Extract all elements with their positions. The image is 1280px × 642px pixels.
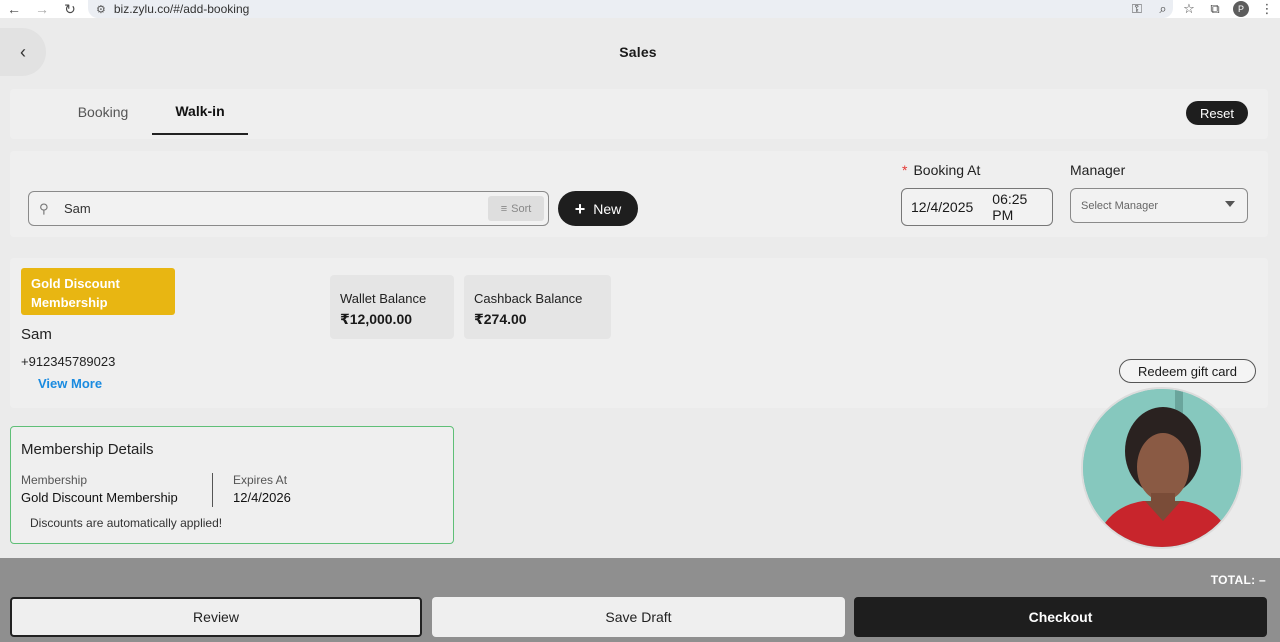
page-title: Sales bbox=[619, 44, 657, 60]
total-label: TOTAL: – bbox=[1210, 573, 1266, 587]
profile-avatar[interactable]: P bbox=[1228, 0, 1254, 18]
site-settings-icon[interactable]: ⚙ bbox=[96, 3, 106, 16]
manager-placeholder: Select Manager bbox=[1081, 199, 1159, 212]
review-button[interactable]: Review bbox=[10, 597, 422, 637]
required-marker: * bbox=[902, 162, 908, 178]
forward-arrow-icon[interactable]: → bbox=[28, 0, 56, 18]
tab-walk-in[interactable]: Walk-in bbox=[152, 89, 248, 135]
membership-value: Gold Discount Membership bbox=[21, 490, 178, 505]
membership-label: Membership bbox=[21, 473, 88, 487]
new-customer-button[interactable]: + New bbox=[558, 191, 638, 226]
browser-actions: ⚿ ⌕ ☆ ⧉ P ⋮ bbox=[1124, 0, 1280, 18]
view-more-link[interactable]: View More bbox=[38, 376, 102, 391]
customer-card: Gold Discount Membership Sam +9123457890… bbox=[10, 258, 1268, 408]
plus-icon: + bbox=[574, 198, 586, 219]
search-card: ⚲ Sam ≡ Sort + New * Booking At 12/4/2025… bbox=[10, 151, 1268, 237]
password-key-icon[interactable]: ⚿ bbox=[1124, 0, 1150, 18]
membership-column: Membership Gold Discount Membership bbox=[21, 473, 178, 505]
extensions-icon[interactable]: ⧉ bbox=[1202, 0, 1228, 18]
wallet-balance-box: Wallet Balance ₹12,000.00 bbox=[330, 275, 454, 339]
tabs-card: Booking Walk-in Reset bbox=[10, 89, 1268, 139]
expires-column: Expires At 12/4/2026 bbox=[233, 473, 291, 505]
bookmark-star-icon[interactable]: ☆ bbox=[1176, 0, 1202, 18]
booking-time: 06:25 PM bbox=[992, 191, 1028, 223]
booking-date: 12/4/2025 bbox=[911, 199, 974, 215]
wallet-balance-label: Wallet Balance bbox=[340, 291, 427, 306]
customer-search-input[interactable]: ⚲ Sam ≡ Sort bbox=[28, 191, 549, 226]
discount-note: Discounts are automatically applied! bbox=[30, 516, 223, 530]
presenter-video-image bbox=[1083, 389, 1241, 547]
tab-booking[interactable]: Booking bbox=[58, 89, 148, 135]
membership-details-title: Membership Details bbox=[21, 441, 154, 458]
chevron-down-icon bbox=[1225, 201, 1235, 207]
customer-name: Sam bbox=[21, 326, 52, 343]
checkout-button[interactable]: Checkout bbox=[854, 597, 1267, 637]
reload-icon[interactable]: ↻ bbox=[56, 0, 84, 18]
booking-datetime-field[interactable]: 12/4/2025 06:25 PM bbox=[901, 188, 1053, 226]
cashback-balance-box: Cashback Balance ₹274.00 bbox=[464, 275, 611, 339]
booking-at-label: * Booking At bbox=[902, 162, 981, 178]
back-arrow-icon[interactable]: ← bbox=[0, 0, 28, 18]
search-value: Sam bbox=[64, 201, 91, 216]
footer-bar: TOTAL: – Review Save Draft Checkout bbox=[0, 558, 1280, 642]
reset-button[interactable]: Reset bbox=[1186, 101, 1248, 125]
sort-button[interactable]: ≡ Sort bbox=[488, 196, 544, 221]
divider bbox=[212, 473, 213, 507]
zoom-icon[interactable]: ⌕ bbox=[1150, 0, 1176, 18]
sort-icon: ≡ bbox=[500, 202, 508, 215]
expires-value: 12/4/2026 bbox=[233, 490, 291, 505]
url-text: biz.zylu.co/#/add-booking bbox=[113, 2, 250, 16]
manager-label: Manager bbox=[1070, 162, 1126, 178]
browser-menu-icon[interactable]: ⋮ bbox=[1254, 0, 1280, 18]
wallet-balance-value: ₹12,000.00 bbox=[340, 311, 413, 327]
cashback-balance-label: Cashback Balance bbox=[474, 291, 583, 306]
membership-badge: Gold Discount Membership bbox=[21, 268, 175, 315]
address-bar[interactable]: ⚙ biz.zylu.co/#/add-booking bbox=[88, 0, 1173, 18]
sort-label: Sort bbox=[511, 202, 532, 215]
cashback-balance-value: ₹274.00 bbox=[474, 311, 527, 327]
manager-select[interactable]: Select Manager bbox=[1070, 188, 1248, 223]
webcam-overlay bbox=[1081, 387, 1243, 549]
search-icon: ⚲ bbox=[39, 201, 49, 216]
redeem-gift-card-button[interactable]: Redeem gift card bbox=[1119, 359, 1256, 383]
membership-details-card: Membership Details Membership Gold Disco… bbox=[10, 426, 454, 544]
save-draft-button[interactable]: Save Draft bbox=[432, 597, 845, 637]
customer-phone: +912345789023 bbox=[21, 354, 116, 369]
expires-label: Expires At bbox=[233, 473, 288, 487]
new-label: New bbox=[593, 200, 622, 217]
